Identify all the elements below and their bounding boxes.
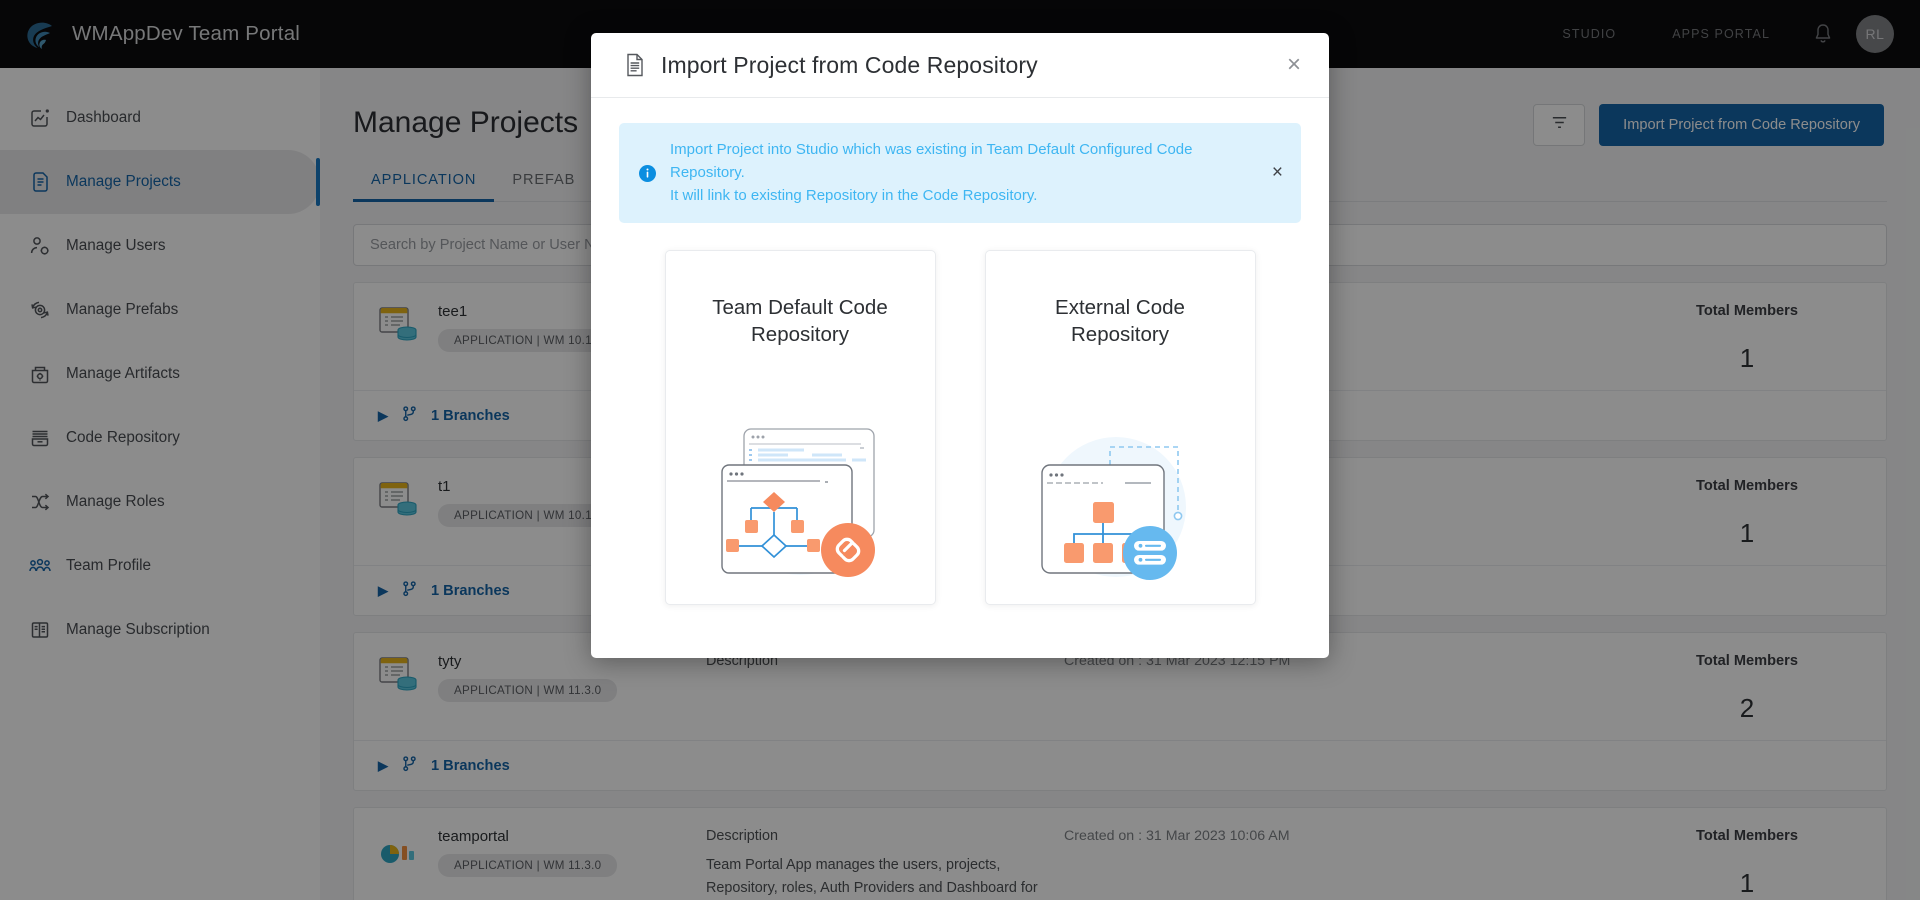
modal-header: Import Project from Code Repository × — [591, 33, 1329, 98]
option-external-code-repository[interactable]: External Code Repository — [984, 250, 1256, 606]
info-circle-icon — [639, 164, 656, 182]
linked-windows-flowchart-illustration — [700, 409, 900, 594]
alert-dismiss-button[interactable]: × — [1258, 162, 1283, 184]
alert-line-3: It will link to existing Repository in t… — [670, 186, 1038, 204]
external-repo-tree-illustration — [1020, 409, 1220, 594]
alert-text: Import Project into Studio which was exi… — [670, 139, 1193, 207]
option-title: Team Default Code Repository — [712, 296, 888, 347]
modal-title: Import Project from Code Repository — [661, 51, 1038, 78]
close-icon[interactable]: × — [1287, 53, 1301, 77]
alert-line-2: Repository. — [670, 163, 745, 181]
info-alert: Import Project into Studio which was exi… — [619, 123, 1301, 224]
alert-line-1: Import Project into Studio which was exi… — [670, 141, 1193, 158]
option-title: External Code Repository — [1055, 296, 1185, 347]
option-team-default-code-repository[interactable]: Team Default Code Repository — [664, 250, 936, 606]
document-lines-icon — [625, 53, 645, 77]
import-project-modal: Import Project from Code Repository × Im… — [591, 33, 1329, 658]
repository-options: Team Default Code Repository External Co… — [591, 250, 1329, 606]
